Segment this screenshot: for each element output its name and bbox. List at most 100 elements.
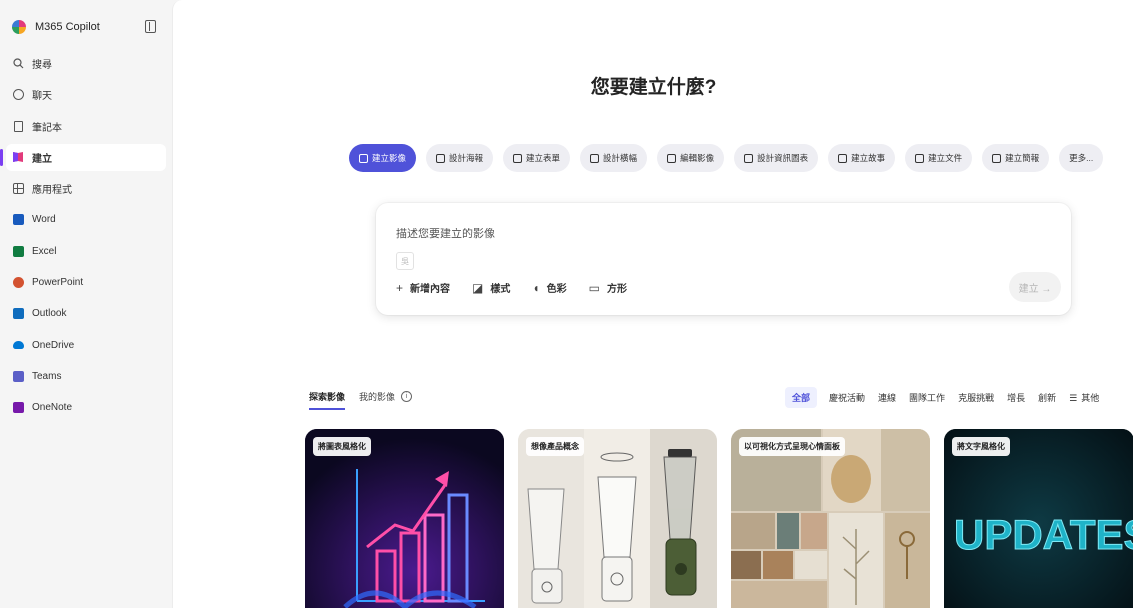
sidebar-item-onedrive[interactable]: OneDrive (6, 332, 166, 359)
sidebar-nav: 搜尋 聊天 筆記本 建立 應用程式 Word Excel PowerPoint … (0, 50, 166, 426)
filter-growth[interactable]: 增長 (1007, 391, 1025, 404)
add-content-button[interactable]: + 新增內容 (396, 280, 451, 296)
sidebar-item-label: 聊天 (32, 91, 52, 103)
sidebar-item-powerpoint[interactable]: PowerPoint (6, 269, 166, 296)
excel-icon (12, 245, 24, 257)
sidebar-item-word[interactable]: Word (6, 206, 166, 233)
pill-label: 設計資訊圖表 (757, 153, 809, 163)
pill-label: 更多... (1069, 153, 1094, 163)
apps-icon (12, 183, 24, 195)
sidebar-item-teams[interactable]: Teams (6, 363, 166, 390)
pill-create-story[interactable]: 建立故事 (828, 144, 896, 172)
card-tag: 將文字風格化 (952, 437, 1010, 456)
style-icon: ◪ (472, 280, 484, 295)
category-filters: 全部 慶祝活動 連線 團隊工作 克服挑戰 增長 創新 ☰ 其他 (785, 387, 1112, 408)
card-stylize-text[interactable]: 將文字風格化 UPDATES (944, 429, 1133, 608)
brand-label: M365 Copilot (35, 21, 100, 33)
sidebar-item-create[interactable]: 建立 (0, 143, 166, 171)
sidebar-item-label: OneDrive (32, 339, 75, 351)
filter-teamwork[interactable]: 團隊工作 (909, 391, 945, 404)
pill-create-form[interactable]: 建立表單 (503, 144, 571, 172)
poster-icon (436, 153, 446, 163)
presentation-icon (992, 153, 1002, 163)
search-icon (12, 58, 24, 70)
filter-connection[interactable]: 連線 (878, 391, 896, 404)
sidebar-item-apps[interactable]: 應用程式 (6, 175, 166, 202)
filter-other[interactable]: ☰ 其他 (1069, 391, 1099, 404)
sidebar-toggle-icon[interactable] (145, 20, 156, 33)
sidebar-item-label: Teams (32, 370, 62, 382)
tab-my-images[interactable]: 我的影像 (359, 390, 395, 410)
image-icon (359, 153, 368, 163)
sidebar-item-chat[interactable]: 聊天 (6, 81, 166, 108)
tool-label: 方形 (606, 284, 627, 295)
filter-label: 其他 (1081, 393, 1100, 403)
banner-icon (590, 153, 600, 163)
sidebar-item-label: Outlook (32, 308, 67, 320)
pill-label: 建立文件 (928, 153, 963, 163)
pill-label: 建立故事 (851, 153, 886, 163)
info-icon[interactable]: i (401, 391, 413, 402)
attachment-thumbnail[interactable]: 吳 (396, 252, 414, 270)
pill-label: 編輯影像 (680, 153, 715, 163)
filter-innovation[interactable]: 創新 (1038, 391, 1056, 404)
prompt-input[interactable] (396, 228, 996, 240)
filter-lines-icon: ☰ (1069, 393, 1078, 403)
filter-overcome[interactable]: 克服挑戰 (958, 391, 994, 404)
pill-edit-image[interactable]: 編輯影像 (657, 144, 725, 172)
card-tag: 以可視化方式呈現心情面板 (739, 437, 845, 456)
sidebar-item-label: 應用程式 (32, 185, 72, 197)
create-icon (12, 151, 24, 163)
word-icon (12, 214, 24, 226)
sidebar-item-search[interactable]: 搜尋 (6, 50, 166, 77)
pill-design-infographic[interactable]: 設計資訊圖表 (734, 144, 819, 172)
tool-label: 新增內容 (410, 284, 451, 295)
pill-create-document[interactable]: 建立文件 (905, 144, 973, 172)
outlook-icon (12, 308, 24, 320)
style-button[interactable]: ◪ 樣式 (472, 280, 511, 296)
pill-label: 建立簡報 (1005, 153, 1040, 163)
sidebar-item-label: PowerPoint (32, 277, 84, 289)
pill-create-presentation[interactable]: 建立簡報 (982, 144, 1050, 172)
sidebar-item-label: OneNote (32, 402, 73, 414)
pill-design-poster[interactable]: 設計海報 (426, 144, 494, 172)
tab-explore-images[interactable]: 探索影像 (309, 390, 346, 410)
sidebar-item-notebook[interactable]: 筆記本 (6, 113, 166, 140)
filter-celebration[interactable]: 慶祝活動 (829, 391, 865, 404)
pill-design-banner[interactable]: 設計橫幅 (580, 144, 648, 172)
plus-icon: + (396, 280, 404, 295)
tool-label: 色彩 (546, 284, 567, 295)
create-type-pills: 建立影像 設計海報 建立表單 設計橫幅 編輯影像 設計資訊圖表 建立故事 建立文… (349, 143, 1113, 173)
sidebar: M365 Copilot 搜尋 聊天 筆記本 建立 應用程式 Word Exce… (0, 0, 172, 608)
card-stylize-chart[interactable]: 將圖表風格化 (305, 429, 504, 608)
sidebar-item-onenote[interactable]: OneNote (6, 394, 166, 421)
story-icon (838, 153, 848, 163)
explore-tabs: 探索影像 我的影像 i (309, 390, 413, 410)
sidebar-item-excel[interactable]: Excel (6, 238, 166, 265)
notebook-icon (12, 120, 24, 132)
prompt-box: 吳 + 新增內容 ◪ 樣式 ◖ 色彩 ▭ 方形 建立 → (376, 203, 1071, 315)
filter-all[interactable]: 全部 (785, 387, 818, 408)
tool-label: 樣式 (490, 284, 511, 295)
card-imagine-product[interactable]: 想像產品概念 (518, 429, 717, 608)
sidebar-item-label: Excel (32, 245, 57, 257)
updates-text: UPDATES (954, 511, 1133, 558)
brand[interactable]: M365 Copilot (12, 16, 162, 38)
teams-icon (12, 370, 24, 382)
create-submit-button[interactable]: 建立 → (1009, 272, 1061, 302)
pill-create-image[interactable]: 建立影像 (349, 144, 417, 172)
color-button[interactable]: ◖ 色彩 (532, 280, 567, 296)
square-icon: ▭ (588, 280, 600, 295)
copilot-logo-icon (12, 20, 26, 34)
sidebar-item-label: 建立 (32, 153, 52, 165)
card-mood-board[interactable]: 以可視化方式呈現心情面板 (731, 429, 930, 608)
pill-more[interactable]: 更多... (1059, 144, 1104, 172)
aspect-button[interactable]: ▭ 方形 (588, 280, 627, 296)
sidebar-item-label: 筆記本 (32, 122, 62, 134)
infographic-icon (744, 153, 754, 163)
prompt-tools: + 新增內容 ◪ 樣式 ◖ 色彩 ▭ 方形 (396, 280, 649, 296)
sidebar-item-outlook[interactable]: Outlook (6, 300, 166, 327)
sidebar-item-label: Word (32, 214, 56, 226)
edit-image-icon (667, 153, 677, 163)
card-tag: 想像產品概念 (526, 437, 584, 456)
